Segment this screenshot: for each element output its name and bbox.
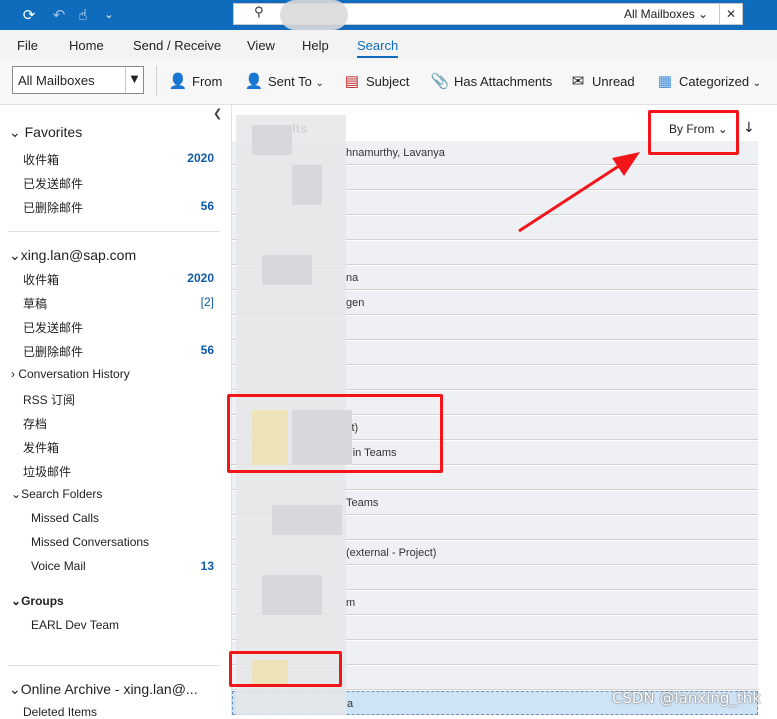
annotation-arrow xyxy=(518,152,640,233)
watermark: CSDN @lanxing_thk xyxy=(611,689,761,707)
